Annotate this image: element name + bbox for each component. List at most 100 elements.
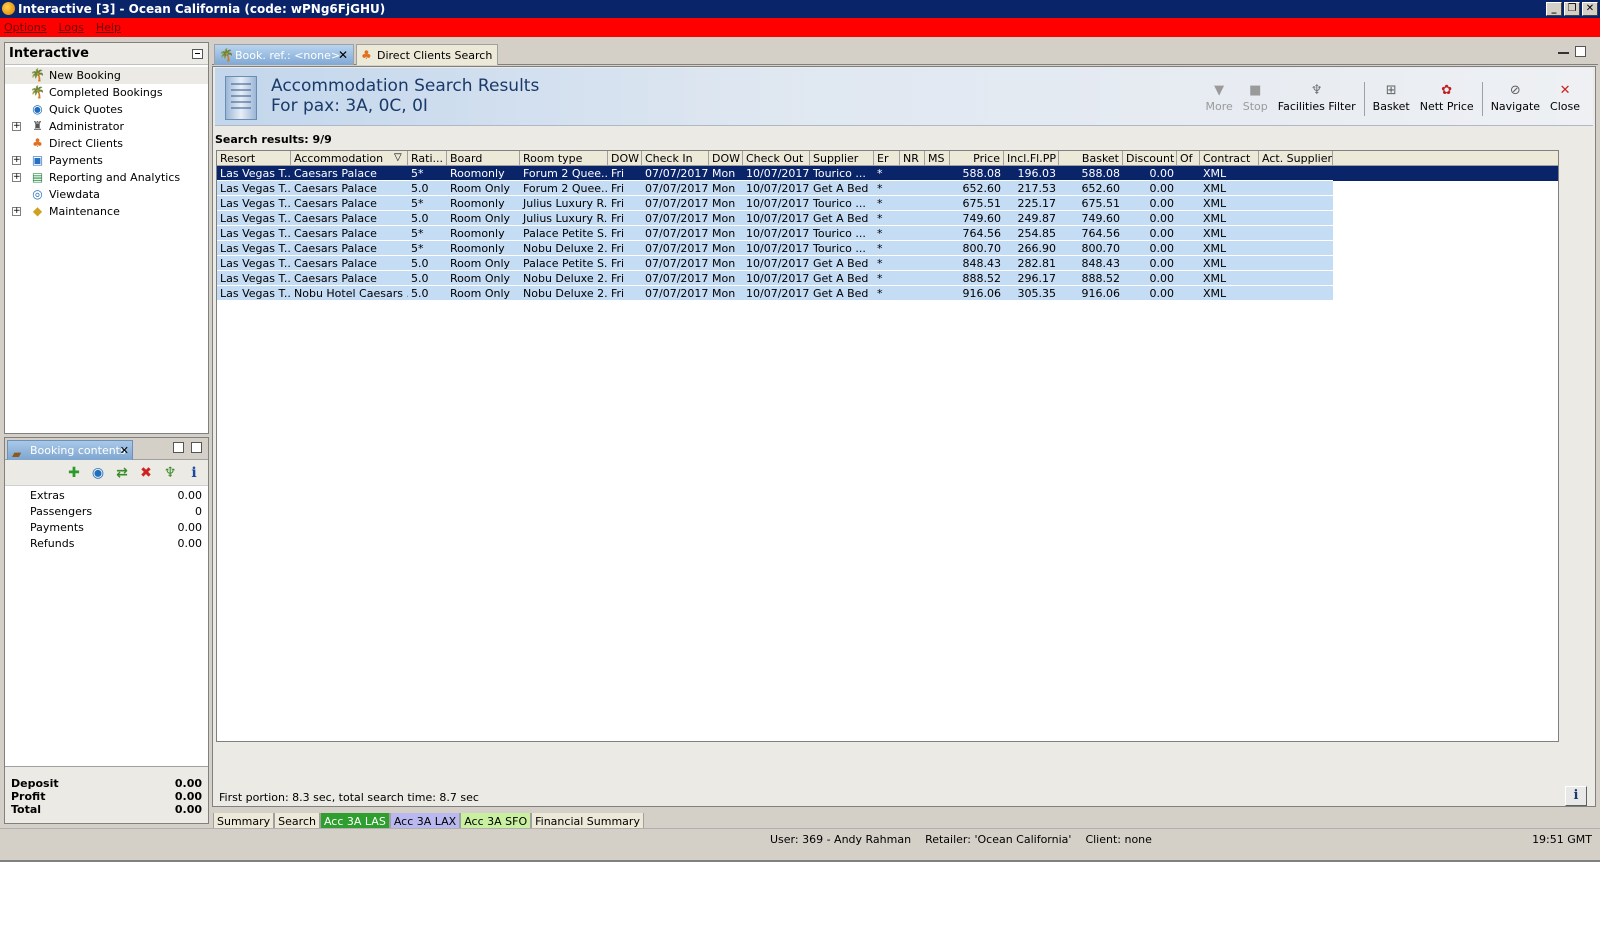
menu-options[interactable]: Options — [4, 21, 46, 34]
column-header[interactable]: Of — [1177, 151, 1200, 165]
column-header[interactable]: Contract — [1200, 151, 1259, 165]
close-button[interactable]: ✕ Close — [1545, 82, 1585, 113]
column-header[interactable]: Discount — [1123, 151, 1177, 165]
minimize-panel-button[interactable] — [192, 49, 203, 59]
column-header[interactable]: Price — [950, 151, 1004, 165]
table-cell — [925, 196, 950, 211]
stop-button[interactable]: ■ Stop — [1238, 82, 1273, 113]
table-row[interactable]: Las Vegas T... Caesars Palace 5.0 Room Only… — [217, 256, 1558, 271]
expand-icon[interactable]: + — [12, 207, 21, 216]
column-header[interactable]: Basket — [1059, 151, 1123, 165]
column-header[interactable]: DOW — [608, 151, 642, 165]
info-button[interactable]: i — [1565, 786, 1587, 806]
table-cell: 800.70 — [950, 241, 1004, 256]
navigation-panel: Interactive 🌴 New Booking 🌴 Completed Bo… — [4, 42, 209, 434]
column-header[interactable]: Room type — [520, 151, 608, 165]
sidebar-item-new-booking[interactable]: 🌴 New Booking — [5, 67, 208, 84]
sidebar-item-maintenance[interactable]: + ◆ Maintenance — [5, 203, 208, 220]
more-button[interactable]: ▼ More — [1200, 82, 1237, 113]
column-header[interactable]: NR — [900, 151, 925, 165]
column-header[interactable]: Rati... — [408, 151, 447, 165]
palm-tree-icon[interactable]: ♆ — [162, 465, 178, 481]
add-icon[interactable]: ✚ — [66, 465, 82, 481]
palm-tree-icon: 🌴 — [30, 85, 45, 99]
maximize-panel-button[interactable] — [1575, 46, 1586, 57]
filter-icon[interactable]: ▽ — [394, 153, 404, 163]
table-cell: 5.0 — [408, 286, 447, 301]
basket-button[interactable]: ⊞ Basket — [1368, 82, 1415, 113]
sidebar-item-payments[interactable]: + ▣ Payments — [5, 152, 208, 169]
table-row[interactable]: Las Vegas T... Caesars Palace 5.0 Room Only… — [217, 271, 1558, 286]
table-row[interactable]: Las Vegas T... Caesars Palace 5.0 Room Only… — [217, 211, 1558, 226]
maximize-panel-button[interactable] — [191, 442, 202, 453]
close-icon[interactable]: ✕ — [338, 45, 348, 66]
window-bottom-edge — [0, 850, 1600, 862]
palm-tree-icon: 🌴 — [219, 48, 234, 62]
column-header[interactable]: Resort — [217, 151, 291, 165]
menu-logs[interactable]: Logs — [58, 21, 83, 34]
delete-icon[interactable]: ✖ — [138, 465, 154, 481]
column-header[interactable]: MS — [925, 151, 950, 165]
table-row[interactable]: Las Vegas T... Caesars Palace 5* Roomonly Fo… — [217, 166, 1558, 181]
table-row[interactable]: Las Vegas T... Caesars Palace 5* Roomonly Pa… — [217, 226, 1558, 241]
table-cell: Get A Bed — [810, 256, 874, 271]
sidebar-item-label: Payments — [49, 154, 103, 167]
status-client: Client: none — [1085, 833, 1152, 846]
table-cell — [1259, 211, 1333, 226]
tab-booking-contents[interactable]: ▰ Booking contents ✕ — [7, 440, 133, 461]
button-label: Stop — [1242, 100, 1268, 113]
sidebar-item-quick-quotes[interactable]: ◉ Quick Quotes — [5, 101, 208, 118]
table-cell — [900, 271, 925, 286]
table-cell: 07/07/2017 — [642, 166, 709, 181]
booking-row-refunds: Refunds 0.00 — [5, 536, 208, 552]
table-cell — [1177, 286, 1200, 301]
column-header[interactable]: Er — [874, 151, 900, 165]
facilities-filter-button[interactable]: ♆ Facilities Filter — [1273, 82, 1361, 113]
results-toolbar: ▼ More ■ Stop ♆ Facilities Filter ⊞ Bask… — [1200, 82, 1585, 120]
minimize-panel-button[interactable] — [173, 442, 184, 453]
total-label: Total — [11, 803, 42, 816]
filter-icon: ♆ — [1310, 83, 1323, 98]
table-cell: Mon — [709, 226, 743, 241]
column-header[interactable]: Supplier — [810, 151, 874, 165]
tab-direct-clients-search[interactable]: ♣ Direct Clients Search — [356, 44, 498, 65]
transfer-icon[interactable]: ⇄ — [114, 465, 130, 481]
tab-booking-ref[interactable]: 🌴 Book. ref.: <none> ✕ — [214, 44, 354, 65]
expand-icon[interactable]: + — [12, 122, 21, 131]
table-row[interactable]: Las Vegas T... Caesars Palace 5* Roomonly No… — [217, 241, 1558, 256]
nett-price-button[interactable]: ✿ Nett Price — [1415, 82, 1479, 113]
minimize-button[interactable]: _ — [1546, 2, 1562, 16]
sidebar-item-direct-clients[interactable]: ♣ Direct Clients — [5, 135, 208, 152]
table-cell — [1259, 271, 1333, 286]
table-cell: 888.52 — [1059, 271, 1123, 286]
table-row[interactable]: Las Vegas T... Caesars Palace 5.0 Room Only… — [217, 181, 1558, 196]
total-label: Profit — [11, 790, 46, 803]
column-header[interactable]: DOW — [709, 151, 743, 165]
table-row[interactable]: Las Vegas T... Nobu Hotel Caesars ... 5.0 R… — [217, 286, 1558, 301]
close-window-button[interactable]: ✕ — [1582, 2, 1598, 16]
column-header[interactable]: Act. Supplier — [1259, 151, 1333, 165]
column-header[interactable]: Board — [447, 151, 520, 165]
minimize-panel-button[interactable] — [1558, 46, 1569, 54]
sidebar-item-completed-bookings[interactable]: 🌴 Completed Bookings — [5, 84, 208, 101]
table-row[interactable]: Las Vegas T... Caesars Palace 5* Roomonly Ju… — [217, 196, 1558, 211]
column-header[interactable]: Incl.Fl.PP — [1004, 151, 1059, 165]
menu-help[interactable]: Help — [96, 21, 121, 34]
column-header[interactable]: Accommodation ▽ — [291, 151, 408, 165]
column-header[interactable]: Check Out — [743, 151, 810, 165]
expand-icon[interactable]: + — [12, 173, 21, 182]
info-icon[interactable]: i — [186, 465, 202, 481]
sidebar-item-reporting[interactable]: + ▤ Reporting and Analytics — [5, 169, 208, 186]
column-header[interactable]: Check In — [642, 151, 709, 165]
table-cell: Las Vegas T... — [217, 226, 291, 241]
sidebar-item-viewdata[interactable]: ◎ Viewdata — [5, 186, 208, 203]
table-cell: Fri — [608, 196, 642, 211]
navigate-button[interactable]: ⊘ Navigate — [1486, 82, 1545, 113]
table-cell — [1177, 226, 1200, 241]
expand-icon[interactable]: + — [12, 156, 21, 165]
table-cell — [1259, 196, 1333, 211]
restore-button[interactable]: ❐ — [1564, 2, 1580, 16]
globe-icon[interactable]: ◉ — [90, 465, 106, 481]
sidebar-item-administrator[interactable]: + ♜ Administrator — [5, 118, 208, 135]
close-icon[interactable]: ✕ — [120, 441, 129, 461]
